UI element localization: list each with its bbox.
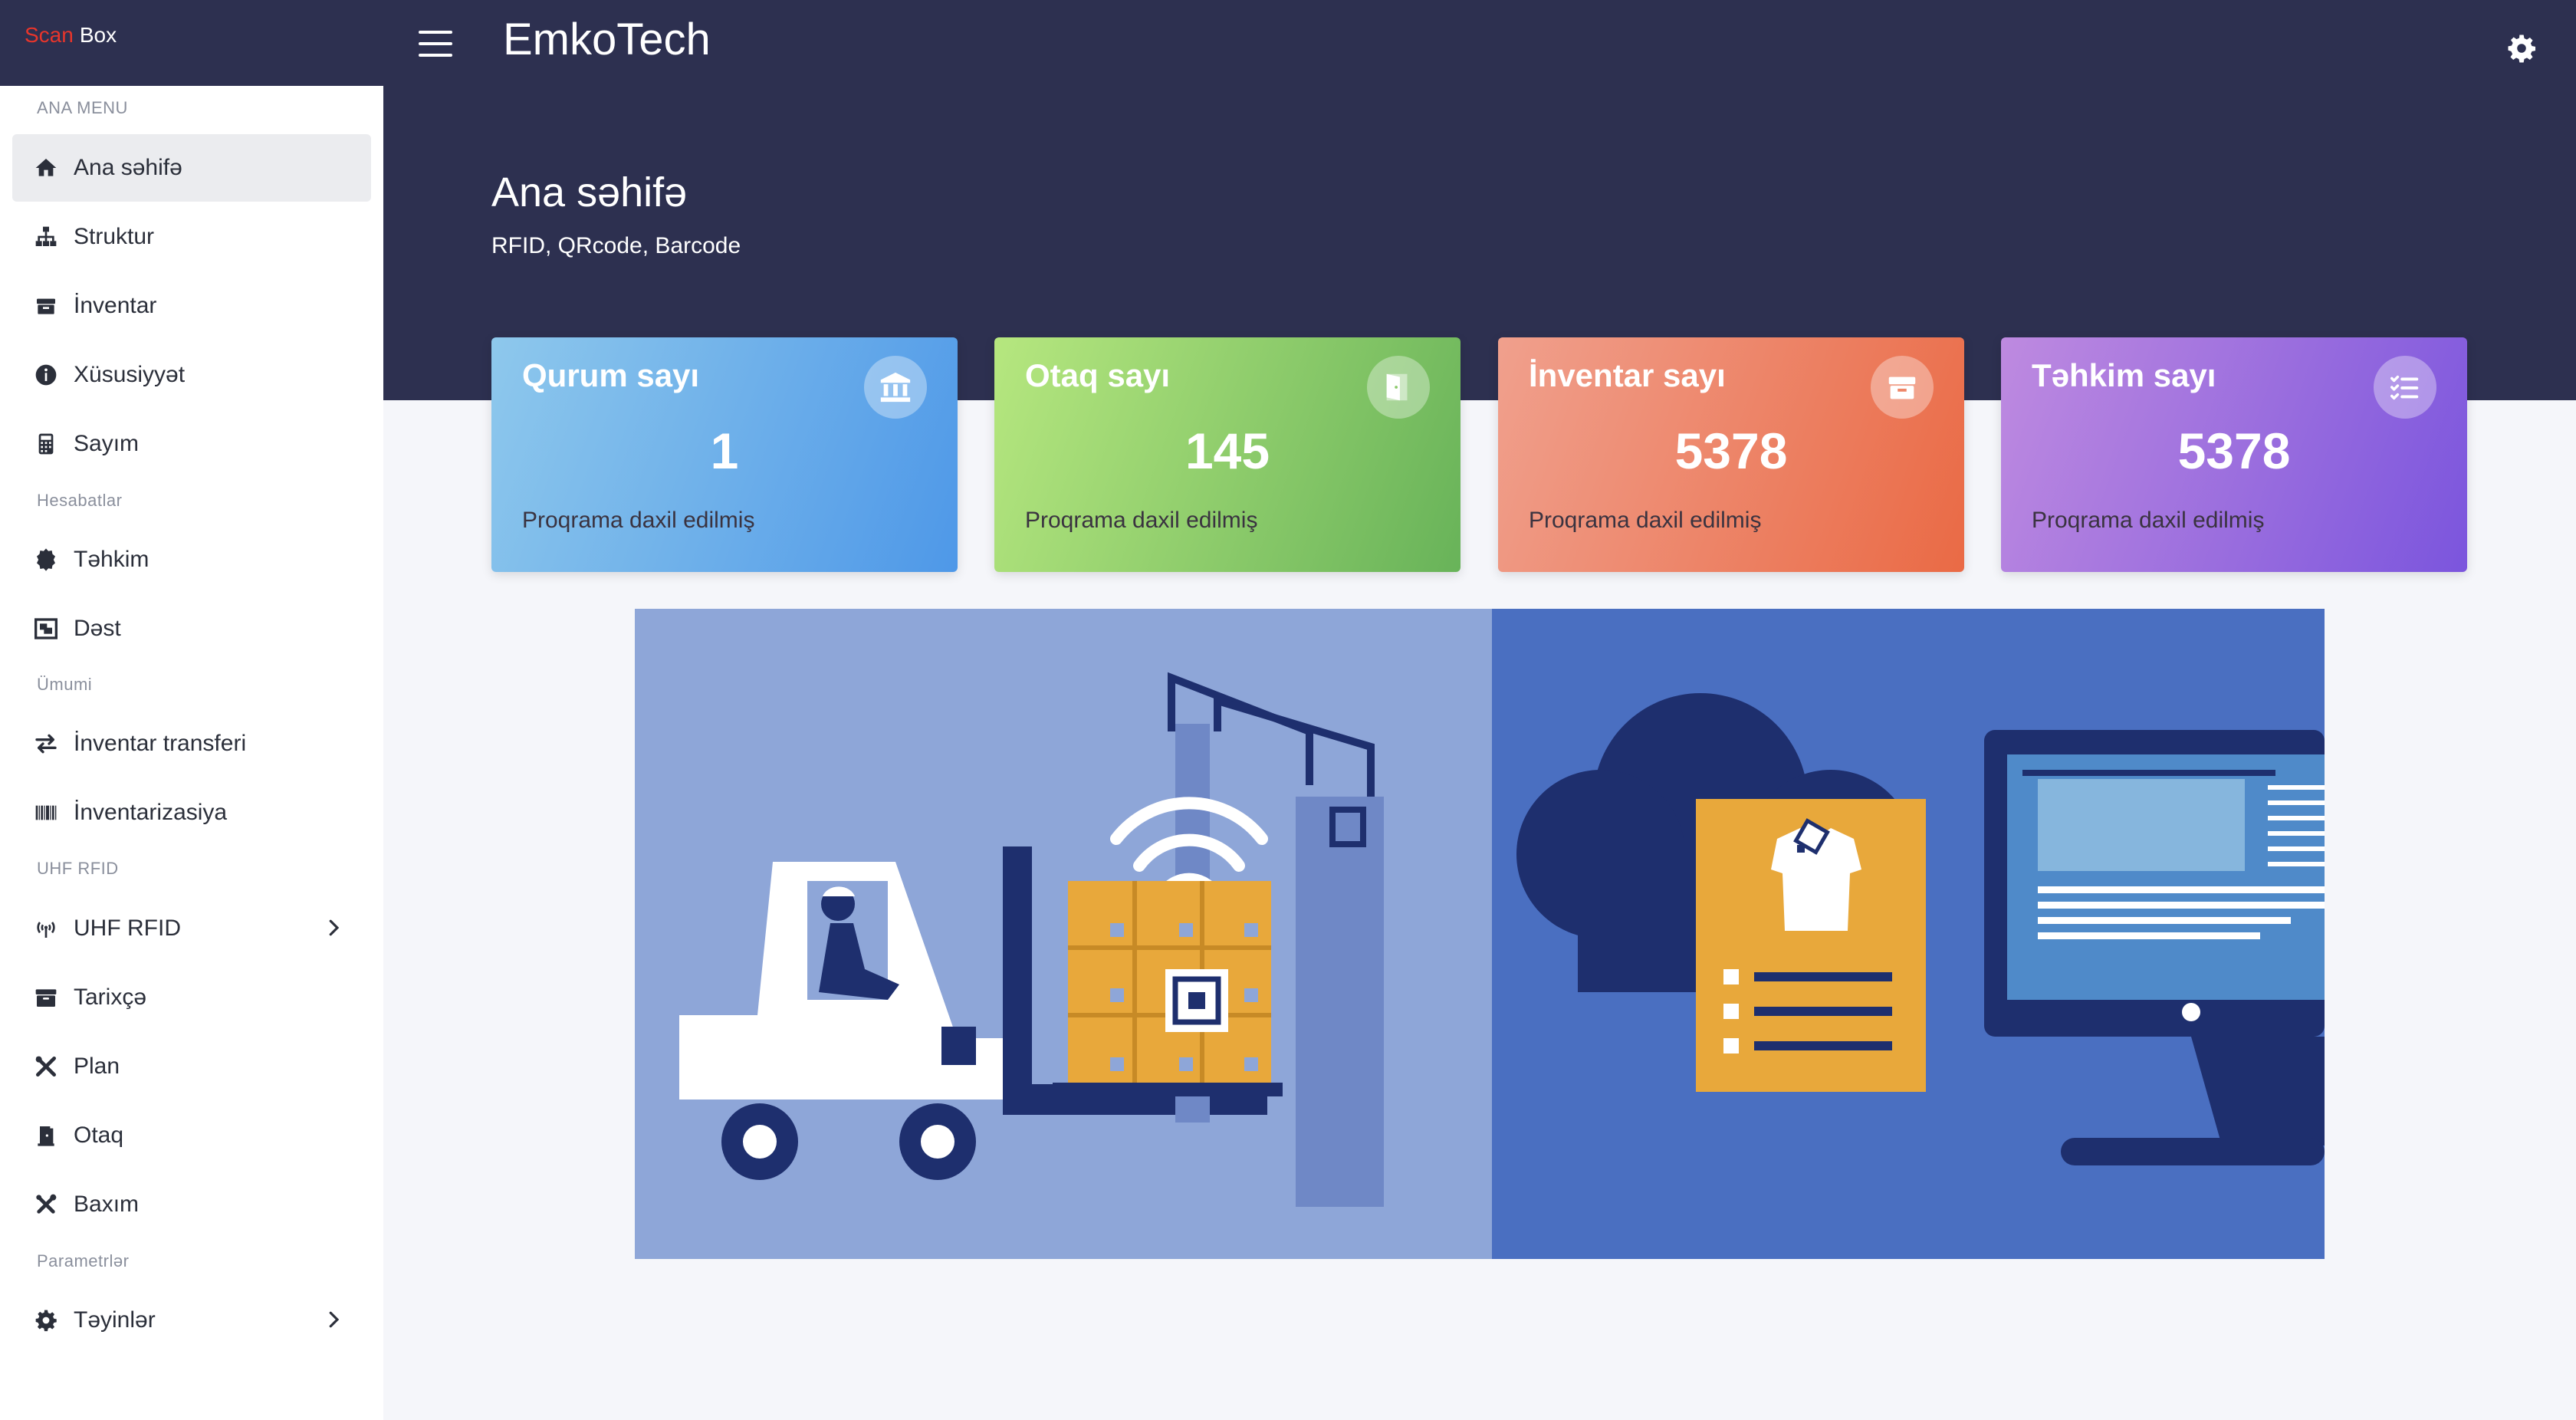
sidebar-item-struktur[interactable]: Struktur xyxy=(12,203,371,271)
card-description: Proqrama daxil edilmiş xyxy=(1529,508,1762,533)
sidebar-item-label: Sayım xyxy=(74,431,140,456)
sidebar-item-tehkim[interactable]: Təhkim xyxy=(12,526,371,593)
sidebar-item-dest[interactable]: Dəst xyxy=(12,595,371,662)
sidebar-item-label: İnventarizasiya xyxy=(74,800,228,825)
calculator-icon xyxy=(31,429,61,459)
sidebar-section-params: Parametrlər xyxy=(37,1251,130,1270)
door-open-icon xyxy=(1367,356,1430,419)
sidebar-item-label: Təyinlər xyxy=(74,1307,156,1333)
sidebar-item-label: UHF RFID xyxy=(74,915,181,941)
card-value: 145 xyxy=(1184,422,1270,479)
chevron-right-icon[interactable] xyxy=(322,916,345,939)
box-icon xyxy=(31,291,61,321)
card-title: İnventar sayı xyxy=(1529,357,1726,393)
barcode-icon xyxy=(31,797,61,828)
sidebar-item-label: Tarixçə xyxy=(74,984,147,1010)
sitemap-icon xyxy=(31,222,61,252)
stat-card-rooms[interactable]: Otaq sayı 145 Proqrama daxil edilmiş xyxy=(994,337,1460,572)
card-title: Qurum sayı xyxy=(522,357,700,393)
gear-icon xyxy=(31,1305,61,1336)
object-group-icon xyxy=(31,613,61,644)
sidebar-section-reports: Hesabatlar xyxy=(37,491,123,510)
sidebar-section-general: Ümumi xyxy=(37,675,93,694)
sidebar-item-label: Plan xyxy=(74,1053,120,1079)
card-value: 5378 xyxy=(1674,422,1788,479)
sidebar-item-inventarizasiya[interactable]: İnventarizasiya xyxy=(12,779,371,846)
info-icon xyxy=(31,360,61,390)
sidebar-item-label: Xüsusiyyət xyxy=(74,362,186,387)
card-title: Otaq sayı xyxy=(1025,357,1171,393)
sidebar-item-label: Struktur xyxy=(74,224,155,249)
sidebar-item-teyinler[interactable]: Təyinlər xyxy=(12,1287,371,1354)
sidebar-item-otaq[interactable]: Otaq xyxy=(12,1102,371,1169)
settings-gear-icon[interactable] xyxy=(2505,32,2538,64)
sidebar-item-uhf-rfid[interactable]: UHF RFID xyxy=(12,895,371,962)
stat-card-assignments[interactable]: Təhkim sayı 5378 Proqrama daxil edilmiş xyxy=(2001,337,2467,572)
chevron-right-icon[interactable] xyxy=(322,1308,345,1331)
sidebar-item-label: Təhkim xyxy=(74,547,150,572)
sidebar-section-main: ANA MENU xyxy=(37,98,128,117)
exchange-icon xyxy=(31,728,61,759)
app-title: EmkoTech xyxy=(503,15,711,64)
stat-card-inventory[interactable]: İnventar sayı 5378 Proqrama daxil edilmi… xyxy=(1498,337,1964,572)
sidebar-item-label: Otaq xyxy=(74,1123,124,1148)
task-list-icon xyxy=(2374,356,2436,419)
antenna-icon xyxy=(31,913,61,944)
sidebar-item-label: İnventar transferi xyxy=(74,731,247,756)
sidebar-item-label: İnventar xyxy=(74,293,157,318)
card-description: Proqrama daxil edilmiş xyxy=(2032,508,2265,533)
brand-part-scan: Scan xyxy=(25,23,74,47)
drafting-tools-icon xyxy=(31,1051,61,1082)
certificate-icon xyxy=(31,544,61,575)
box-icon xyxy=(1871,356,1934,419)
brand-logo[interactable]: Scan Box xyxy=(0,0,383,86)
sidebar-item-label: Dəst xyxy=(74,616,121,641)
sidebar-item-plan[interactable]: Plan xyxy=(12,1033,371,1100)
card-title: Təhkim sayı xyxy=(2032,357,2216,393)
archive-icon xyxy=(31,982,61,1013)
sidebar-item-sayim[interactable]: Sayım xyxy=(12,410,371,478)
sidebar-item-baxim[interactable]: Baxım xyxy=(12,1171,371,1238)
stat-card-institutions[interactable]: Qurum sayı 1 Proqrama daxil edilmiş xyxy=(491,337,958,572)
home-icon xyxy=(31,153,61,183)
card-description: Proqrama daxil edilmiş xyxy=(522,508,755,533)
brand-part-box: Box xyxy=(79,23,117,47)
menu-toggle-button[interactable] xyxy=(419,31,452,61)
sidebar-item-label: Baxım xyxy=(74,1192,140,1217)
page-title: Ana səhifə xyxy=(491,169,688,215)
page-subtitle: RFID, QRcode, Barcode xyxy=(491,233,741,258)
card-value: 1 xyxy=(710,422,739,479)
sidebar-item-xususiyyet[interactable]: Xüsusiyyət xyxy=(12,341,371,409)
sidebar-item-label: Ana səhifə xyxy=(74,155,182,180)
sidebar-item-home[interactable]: Ana səhifə xyxy=(12,134,371,202)
institution-icon xyxy=(864,356,927,419)
card-value: 5378 xyxy=(2177,422,2291,479)
sidebar-item-inventar[interactable]: İnventar xyxy=(12,272,371,340)
tools-icon xyxy=(31,1189,61,1220)
sidebar-item-tarixce[interactable]: Tarixçə xyxy=(12,964,371,1031)
door-icon xyxy=(31,1120,61,1151)
sidebar-item-inventar-transferi[interactable]: İnventar transferi xyxy=(12,710,371,777)
sidebar: Scan Box ANA MENU Ana səhifə Struktur İn… xyxy=(0,0,383,1420)
card-description: Proqrama daxil edilmiş xyxy=(1025,508,1258,533)
hero-illustration xyxy=(635,609,2325,1259)
sidebar-section-uhf: UHF RFID xyxy=(37,859,119,878)
